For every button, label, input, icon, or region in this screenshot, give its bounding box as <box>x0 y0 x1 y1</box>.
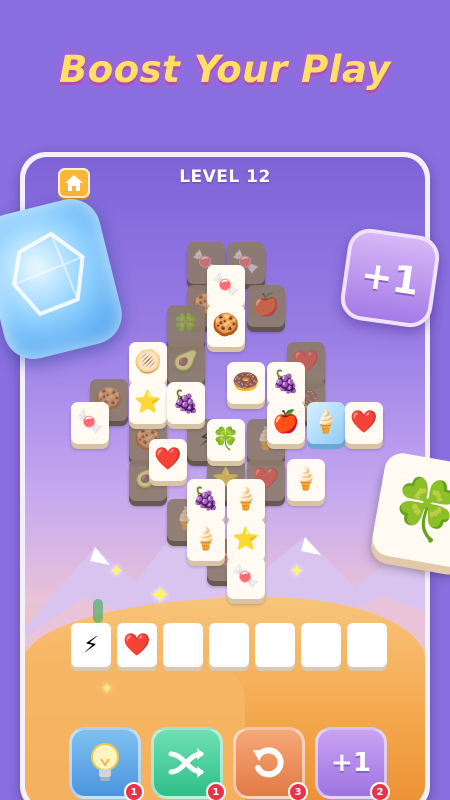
candy-icon: 🍬 <box>76 410 104 435</box>
tile-grapes[interactable]: 🍇 <box>267 362 305 404</box>
tile-covered: 🥑 <box>167 342 205 384</box>
lightning-icon: ⚡ <box>83 632 99 658</box>
headline: Boost Your Play <box>59 48 391 91</box>
extra-slot-count-badge: 2 <box>370 782 390 800</box>
star-icon: ⭐ <box>134 390 162 415</box>
clover-icon: 🍀 <box>384 470 450 550</box>
tile-ice-cream[interactable]: 🍦 <box>187 519 225 561</box>
tile-candy[interactable]: 🍬 <box>207 265 245 307</box>
ice-cream-icon: 🍦 <box>312 410 340 435</box>
tile-ice-cream[interactable]: 🍦 <box>287 459 325 501</box>
undo-booster-button[interactable]: 3 <box>233 727 308 800</box>
candy-icon: 🍬 <box>232 565 260 590</box>
sparkle-icon: ✦ <box>149 581 171 611</box>
tile-clover[interactable]: 🍀 <box>207 419 245 461</box>
sparkle-icon: ✦ <box>101 681 113 697</box>
tile-candy[interactable]: 🍬 <box>71 402 109 444</box>
tile-macaron[interactable]: 🫓 <box>129 342 167 384</box>
plus-one-text: +1 <box>358 252 422 304</box>
macaron-icon: 🫓 <box>134 350 162 375</box>
heart-icon: ❤️ <box>350 410 378 435</box>
tile-candy[interactable]: 🍬 <box>227 557 265 599</box>
shuffle-count-badge: 1 <box>206 782 226 800</box>
ice-cream-icon: 🍦 <box>292 467 320 492</box>
tile-grapes[interactable]: 🍇 <box>167 382 205 424</box>
heart-icon: ❤️ <box>123 632 151 658</box>
tile-covered: 🍀 <box>167 305 205 347</box>
tile-heart[interactable]: ❤️ <box>345 402 383 444</box>
tray-slot-filled: ❤️ <box>117 623 157 667</box>
tray-slot-empty <box>301 623 341 667</box>
undo-icon <box>253 747 284 778</box>
tray-slot-empty <box>209 623 249 667</box>
grapes-icon: 🍇 <box>172 390 200 415</box>
tray-slot-empty <box>255 623 295 667</box>
lightbulb-icon <box>91 743 119 781</box>
extra-slot-booster-button[interactable]: +1 2 <box>315 727 390 800</box>
heart-icon: ❤️ <box>154 447 182 472</box>
ice-cream-icon: 🍦 <box>232 487 260 512</box>
grapes-icon: 🍇 <box>192 487 220 512</box>
donut-icon: 🍩 <box>232 370 260 395</box>
shuffle-booster-button[interactable]: 1 <box>151 727 226 800</box>
tray-slot-filled: ⚡ <box>71 623 111 667</box>
tile-cookie[interactable]: 🍪 <box>207 305 245 347</box>
tile-ice-cream[interactable]: 🍦 <box>227 479 265 521</box>
candy-icon: 🍬 <box>212 273 240 298</box>
tray-slot-empty <box>347 623 387 667</box>
level-label: LEVEL 12 <box>179 167 271 187</box>
cactus-decor <box>93 599 103 623</box>
tile-donut[interactable]: 🍩 <box>227 362 265 404</box>
hint-booster-button[interactable]: 1 <box>69 727 144 800</box>
tile-heart[interactable]: ❤️ <box>149 439 187 481</box>
tile-covered: 🍎 <box>247 285 285 327</box>
undo-count-badge: 3 <box>288 782 308 800</box>
tile-ice-cream-frozen[interactable]: 🍦 <box>307 402 345 444</box>
plus-one-floating-badge: +1 <box>338 226 442 330</box>
cookie-icon: 🍪 <box>212 313 240 338</box>
clover-icon: 🍀 <box>212 427 240 452</box>
grapes-icon: 🍇 <box>272 370 300 395</box>
shuffle-icon <box>168 748 204 778</box>
ice-cream-icon: 🍦 <box>192 527 220 552</box>
tray-slot-empty <box>163 623 203 667</box>
sparkle-icon: ✦ <box>289 561 305 582</box>
tile-apple[interactable]: 🍎 <box>267 402 305 444</box>
hint-count-badge: 1 <box>124 782 144 800</box>
sparkle-icon: ✦ <box>109 561 125 582</box>
tile-star[interactable]: ⭐ <box>227 519 265 561</box>
apple-icon: 🍎 <box>272 410 300 435</box>
plus-one-icon: +1 <box>331 748 371 778</box>
tile-grapes[interactable]: 🍇 <box>187 479 225 521</box>
star-icon: ⭐ <box>232 527 260 552</box>
match-tray: ⚡ ❤️ <box>71 623 389 673</box>
tile-star[interactable]: ⭐ <box>129 382 167 424</box>
